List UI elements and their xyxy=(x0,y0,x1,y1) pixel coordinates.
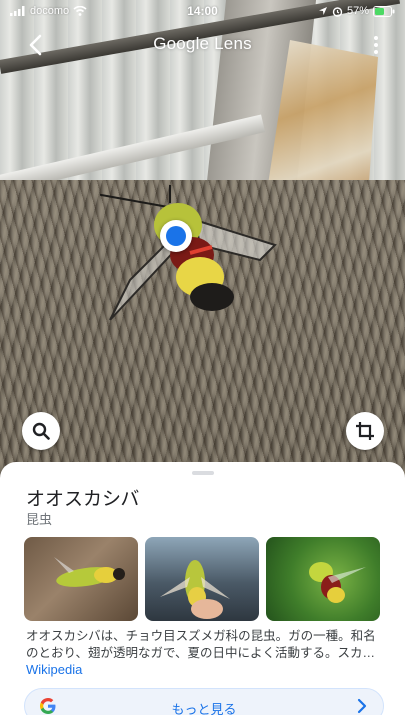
thumbnail-image[interactable] xyxy=(266,537,380,621)
detected-object-dot[interactable] xyxy=(160,220,192,252)
moth-image xyxy=(100,185,277,321)
entity-type: 昆虫 xyxy=(26,512,53,527)
status-bar: docomo 14:00 57% xyxy=(0,0,405,22)
search-icon xyxy=(32,422,50,440)
entity-description: オオスカシバは、チョウ目スズメガ科の昆虫。ガの一種。和名のとおり、翅が透明なガで… xyxy=(26,629,376,660)
crop-button[interactable] xyxy=(346,412,384,450)
result-sheet[interactable]: オオスカシバ 昆虫 オオスカシバは、チョウ目スズメガ科の昆虫。ガの一種。和名のと… xyxy=(0,462,405,715)
wikipedia-link[interactable]: Wikipedia xyxy=(26,662,82,677)
more-vert-icon xyxy=(374,36,378,40)
see-more-button[interactable]: もっと見る xyxy=(24,688,384,715)
page-title: Google Lens xyxy=(153,34,252,53)
entity-name: オオスカシバ xyxy=(26,489,140,510)
moth-thumbnail-image xyxy=(54,557,125,587)
crop-icon xyxy=(356,422,374,440)
thumbnail-image[interactable] xyxy=(24,537,138,621)
moth-thumbnail-image xyxy=(309,562,366,603)
see-more-label: もっと見る xyxy=(171,702,237,715)
more-options-button[interactable] xyxy=(369,32,383,58)
clock: 14:00 xyxy=(187,4,218,18)
chevron-right-icon xyxy=(357,698,367,714)
image-thumbnails xyxy=(24,537,380,621)
sheet-handle[interactable] xyxy=(192,471,214,475)
moth-thumbnail-image xyxy=(160,560,230,619)
thumbnail-image[interactable] xyxy=(145,537,259,621)
camera-view xyxy=(0,0,405,480)
search-button[interactable] xyxy=(22,412,60,450)
